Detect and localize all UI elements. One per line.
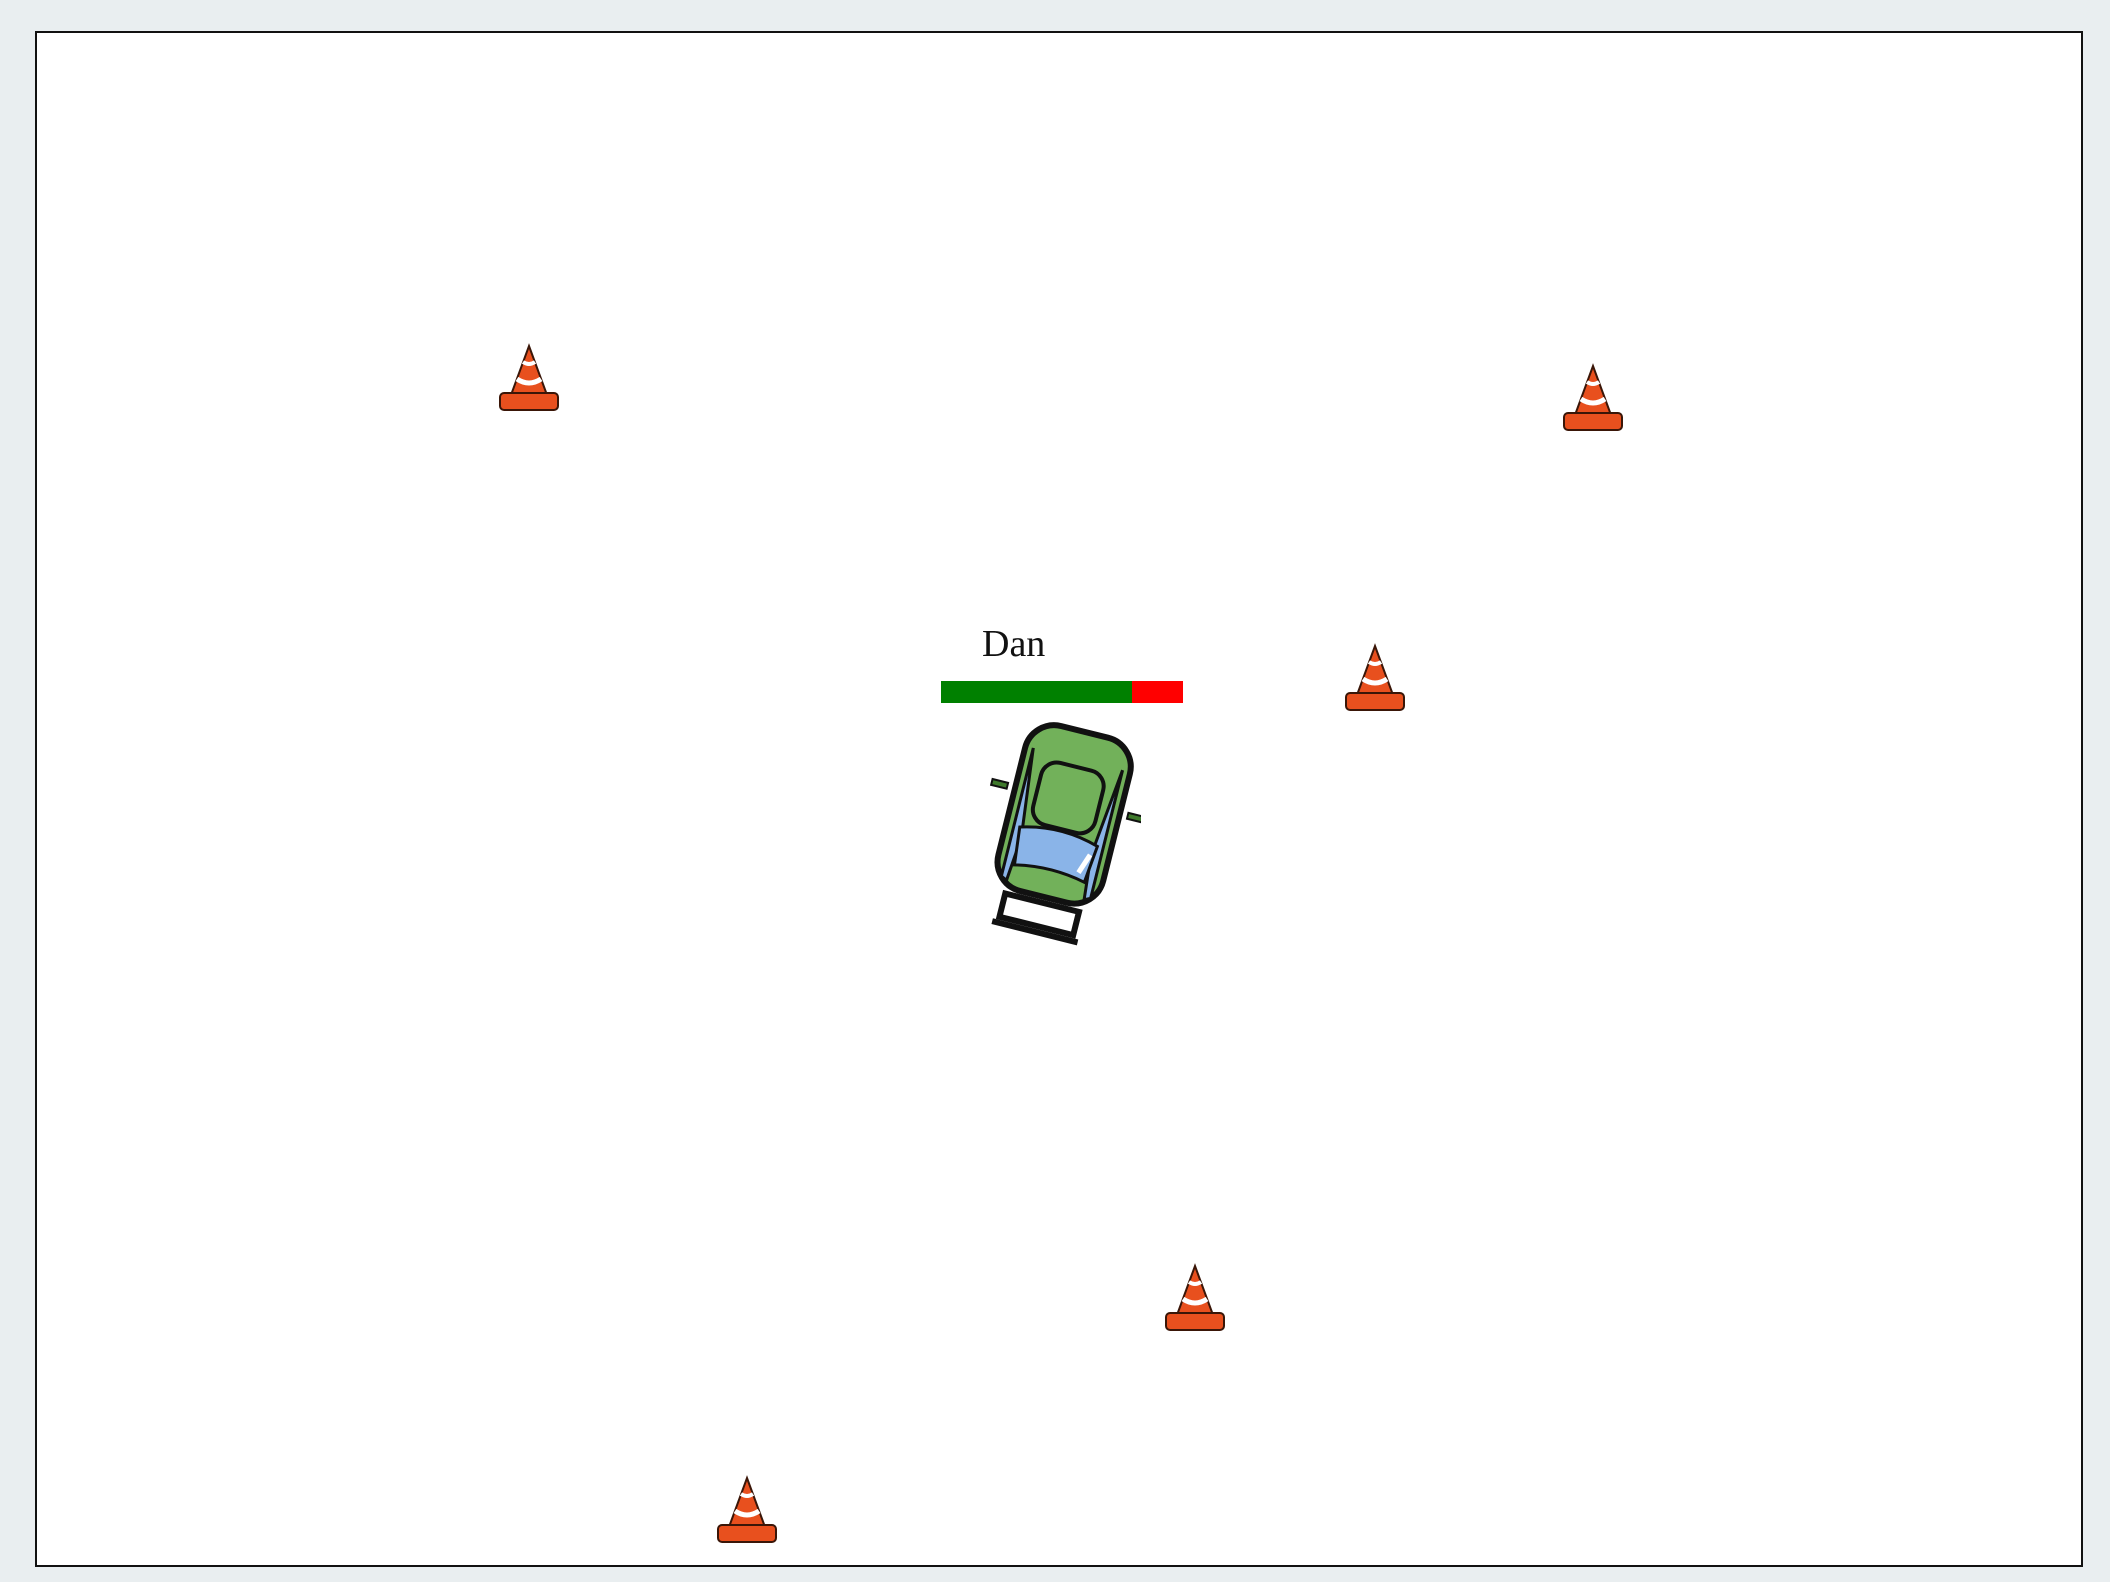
traffic-cone-icon bbox=[497, 343, 561, 413]
car-icon bbox=[981, 717, 1141, 947]
traffic-cone-icon bbox=[1561, 363, 1625, 433]
player-health-fill bbox=[941, 681, 1133, 703]
player-health-bar bbox=[941, 681, 1183, 703]
traffic-cone-icon bbox=[1343, 643, 1407, 713]
game-canvas[interactable]: Dan bbox=[35, 31, 2083, 1567]
player-name-label: Dan bbox=[982, 623, 1046, 665]
traffic-cone-icon bbox=[1163, 1263, 1227, 1333]
traffic-cone-icon bbox=[715, 1475, 779, 1545]
